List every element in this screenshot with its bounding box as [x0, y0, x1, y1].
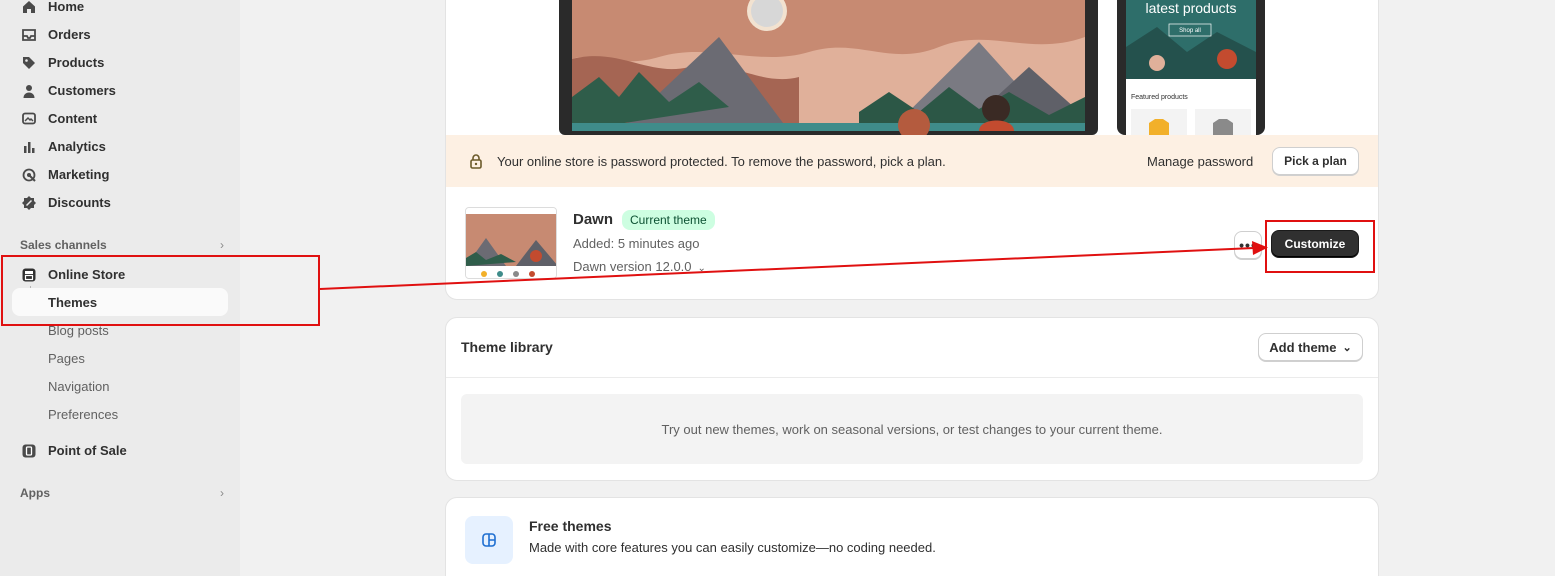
theme-library-title: Theme library [461, 339, 553, 355]
chevron-down-icon: ⌄ [697, 263, 706, 274]
sidebar-item-analytics[interactable]: Analytics [12, 132, 228, 160]
password-banner: Your online store is password protected.… [446, 135, 1378, 187]
sales-channels-header[interactable]: Sales channels › [20, 235, 224, 255]
free-themes-card[interactable]: Free themes Made with core features you … [445, 497, 1379, 576]
sidebar-item-label: Pages [48, 350, 85, 366]
add-theme-label: Add theme [1269, 339, 1337, 355]
annotation-highlight-online-store [1, 255, 320, 326]
sidebar-item-label: Home [48, 0, 85, 14]
theme-grid-icon [465, 516, 513, 564]
theme-added-time: Added: 5 minutes ago [573, 236, 700, 251]
sidebar-item-home[interactable]: Home [12, 0, 228, 20]
desktop-preview-art [572, 0, 1085, 141]
discount-icon [21, 195, 37, 211]
theme-version-label: Dawn version 12.0.0 [573, 259, 692, 274]
image-icon [21, 111, 37, 127]
sidebar-item-customers[interactable]: Customers [12, 76, 228, 104]
divider [446, 377, 1378, 378]
sidebar-item-point-of-sale[interactable]: Point of Sale [12, 436, 228, 464]
sidebar-item-label: Content [48, 110, 98, 126]
theme-library-empty-text: Try out new themes, work on seasonal ver… [661, 421, 1163, 437]
sidebar-item-pages[interactable]: Pages [12, 344, 228, 372]
sidebar-item-orders[interactable]: Orders [12, 20, 228, 48]
sidebar-item-label: Preferences [48, 406, 119, 422]
add-theme-button[interactable]: Add theme ⌄ [1258, 333, 1363, 361]
chevron-right-icon: › [220, 238, 224, 252]
tag-icon [21, 55, 37, 71]
mobile-preview-button: Shop all [1179, 28, 1201, 34]
more-actions-button[interactable]: ••• [1234, 231, 1262, 259]
apps-header[interactable]: Apps › [20, 483, 224, 503]
sidebar-item-discounts[interactable]: Discounts [12, 188, 228, 216]
sidebar-item-label: Discounts [48, 194, 111, 210]
sidebar-item-label: Analytics [48, 138, 106, 154]
sidebar-item-label: Products [48, 54, 105, 70]
sidebar-item-content[interactable]: Content [12, 104, 228, 132]
chevron-down-icon: ⌄ [1342, 341, 1352, 354]
home-icon [21, 0, 37, 15]
sidebar-item-label: Navigation [48, 378, 110, 394]
person-icon [21, 83, 37, 99]
sidebar-item-preferences[interactable]: Preferences [12, 400, 228, 428]
pos-icon [21, 443, 37, 459]
mobile-preview[interactable]: latest products Shop all Featured produc… [1117, 0, 1265, 139]
theme-library-card: Theme library Add theme ⌄ Try out new the… [445, 317, 1379, 481]
mobile-preview-featured: Featured products [1131, 94, 1188, 101]
target-icon [21, 167, 37, 183]
pick-plan-button[interactable]: Pick a plan [1272, 147, 1359, 175]
mobile-preview-art [1126, 0, 1256, 139]
theme-name: Dawn [573, 211, 614, 228]
sidebar-item-label: Customers [48, 82, 116, 98]
theme-library-empty-state: Try out new themes, work on seasonal ver… [461, 394, 1363, 464]
desktop-preview[interactable] [559, 0, 1098, 141]
sidebar-item-label: Point of Sale [48, 442, 127, 458]
annotation-highlight-customize [1265, 220, 1375, 273]
sidebar-item-label: Marketing [48, 166, 110, 182]
bar-chart-icon [21, 139, 37, 155]
sidebar-item-navigation[interactable]: Navigation [12, 372, 228, 400]
theme-thumbnail-art [466, 208, 556, 278]
sidebar-item-label: Orders [48, 26, 91, 42]
sidebar-item-marketing[interactable]: Marketing [12, 160, 228, 188]
chevron-right-icon: › [220, 486, 224, 500]
current-theme-card: latest products Shop all Featured produc… [445, 0, 1379, 300]
current-theme-badge: Current theme [622, 210, 715, 230]
current-theme-row: Dawn Current theme Added: 5 minutes ago … [446, 187, 1378, 299]
apps-label: Apps [20, 486, 50, 500]
theme-version-dropdown[interactable]: Dawn version 12.0.0 ⌄ [573, 259, 706, 274]
theme-preview: latest products Shop all Featured produc… [446, 0, 1378, 141]
mobile-preview-heading: latest products [1145, 0, 1237, 16]
sales-channels-label: Sales channels [20, 238, 107, 252]
theme-thumbnail[interactable] [465, 207, 557, 279]
free-themes-title: Free themes [529, 518, 612, 534]
lock-icon [469, 153, 483, 172]
manage-password-link[interactable]: Manage password [1147, 154, 1253, 169]
inbox-icon [21, 27, 37, 43]
password-banner-message: Your online store is password protected.… [497, 153, 946, 169]
free-themes-description: Made with core features you can easily c… [529, 540, 936, 555]
sidebar-item-products[interactable]: Products [12, 48, 228, 76]
